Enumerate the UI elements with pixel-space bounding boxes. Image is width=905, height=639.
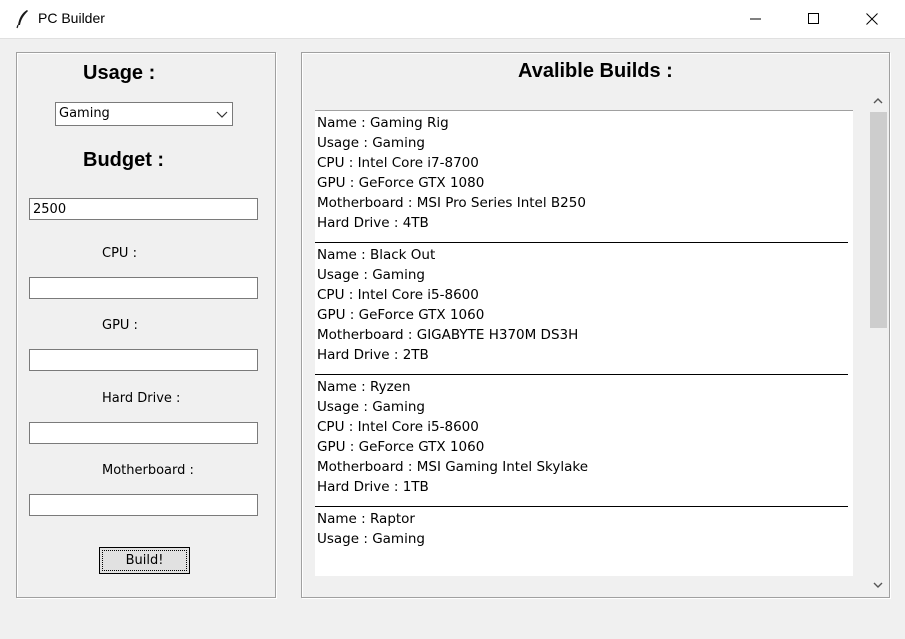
build-motherboard: Motherboard : MSI Pro Series Intel B250 [317, 195, 586, 211]
hard-drive-label: Hard Drive : [102, 391, 181, 406]
build-cpu: CPU : Intel Core i5-8600 [317, 287, 479, 303]
gpu-input[interactable] [29, 349, 258, 371]
cpu-label: CPU : [102, 246, 137, 261]
build-gpu: GPU : GeForce GTX 1060 [317, 307, 485, 323]
gpu-label: GPU : [102, 318, 138, 333]
build-usage: Usage : Gaming [317, 399, 425, 415]
build-item[interactable]: Name : Black Out Usage : Gaming CPU : In… [315, 243, 848, 375]
builds-list[interactable]: Name : Gaming Rig Usage : Gaming CPU : I… [315, 110, 853, 576]
chevron-down-icon [216, 111, 228, 118]
build-hard-drive: Hard Drive : 1TB [317, 479, 429, 495]
build-cpu: CPU : Intel Core i7-8700 [317, 155, 479, 171]
hard-drive-input[interactable] [29, 422, 258, 444]
chevron-down-icon [873, 582, 883, 588]
build-gpu: GPU : GeForce GTX 1080 [317, 175, 485, 191]
window-title: PC Builder [38, 10, 105, 26]
build-motherboard: Motherboard : GIGABYTE H370M DS3H [317, 327, 579, 343]
build-motherboard: Motherboard : MSI Gaming Intel Skylake [317, 459, 589, 475]
feather-icon [16, 10, 28, 29]
title-bar: PC Builder [0, 0, 905, 39]
builds-scrollbar[interactable] [868, 90, 888, 596]
build-name: Name : Raptor [317, 511, 415, 527]
build-hard-drive: Hard Drive : 2TB [317, 347, 429, 363]
build-gpu: GPU : GeForce GTX 1060 [317, 439, 485, 455]
close-icon [866, 13, 878, 25]
close-button[interactable] [843, 0, 901, 38]
usage-selected-value: Gaming [59, 106, 110, 121]
maximize-icon [808, 13, 819, 24]
input-panel [16, 52, 276, 598]
scroll-up-button[interactable] [868, 90, 888, 112]
minimize-icon [750, 18, 761, 20]
budget-input[interactable]: 2500 [29, 198, 258, 220]
usage-heading: Usage : [83, 62, 156, 84]
build-item[interactable]: Name : Ryzen Usage : Gaming CPU : Intel … [315, 375, 848, 507]
build-name: Name : Gaming Rig [317, 115, 449, 131]
build-name: Name : Ryzen [317, 379, 411, 395]
build-button[interactable]: Build! [99, 547, 190, 574]
scroll-down-button[interactable] [868, 574, 888, 596]
build-cpu: CPU : Intel Core i5-8600 [317, 419, 479, 435]
build-name: Name : Black Out [317, 247, 436, 263]
motherboard-input[interactable] [29, 494, 258, 516]
usage-combobox[interactable]: Gaming [55, 102, 233, 126]
motherboard-label: Motherboard : [102, 463, 194, 478]
scrollbar-thumb[interactable] [870, 112, 887, 328]
budget-heading: Budget : [83, 149, 165, 171]
minimize-button[interactable] [727, 0, 785, 38]
builds-heading: Avalible Builds : [518, 60, 673, 82]
maximize-button[interactable] [785, 0, 843, 38]
build-usage: Usage : Gaming [317, 135, 425, 151]
cpu-input[interactable] [29, 277, 258, 299]
build-hard-drive: Hard Drive : 4TB [317, 215, 429, 231]
build-usage: Usage : Gaming [317, 267, 425, 283]
build-item[interactable]: Name : Gaming Rig Usage : Gaming CPU : I… [315, 111, 848, 243]
build-item[interactable]: Name : Raptor Usage : Gaming [315, 507, 848, 558]
chevron-up-icon [873, 98, 883, 104]
build-usage: Usage : Gaming [317, 531, 425, 547]
